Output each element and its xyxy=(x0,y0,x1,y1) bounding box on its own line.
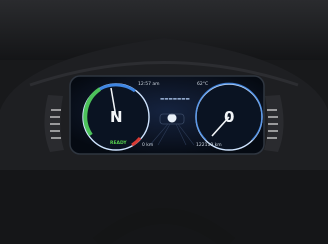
ready-indicator: READY xyxy=(110,141,127,146)
outside-temperature: 62°C xyxy=(197,82,209,87)
center-status-message: ▬▬▬▬▬▬▬ xyxy=(160,97,190,102)
lower-dash-panel xyxy=(0,170,328,244)
clock: 12:57 am xyxy=(138,82,160,87)
dashboard-scene xyxy=(0,0,328,244)
gear-indicator: N xyxy=(110,108,123,126)
odometer-readout: 122119 km xyxy=(196,143,222,148)
speed-readout: 0 xyxy=(224,108,235,126)
left-bottom-readout: 0 km xyxy=(142,143,154,148)
